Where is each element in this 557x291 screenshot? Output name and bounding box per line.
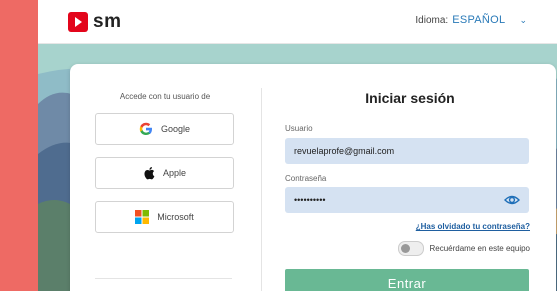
vertical-divider: [261, 88, 262, 291]
login-card: Accede con tu usuario de Google Apple Mi…: [70, 64, 556, 291]
sso-panel: Accede con tu usuario de Google Apple Mi…: [70, 64, 260, 291]
password-value: ••••••••••: [294, 195, 326, 205]
apple-login-button[interactable]: Apple: [95, 157, 234, 189]
language-value: ESPAÑOL: [452, 14, 506, 26]
forgot-password-link[interactable]: ¿Has olvidado tu contraseña?: [416, 222, 530, 231]
eye-icon[interactable]: [504, 193, 520, 207]
sso-divider: [95, 278, 232, 279]
apple-label: Apple: [162, 168, 187, 178]
language-label: Idioma:: [415, 14, 449, 26]
remember-label: Recuérdame en este equipo: [429, 244, 530, 253]
username-field[interactable]: revuelaprofe@gmail.com: [285, 138, 529, 164]
password-field[interactable]: ••••••••••: [285, 187, 529, 213]
sm-logo[interactable]: sm: [68, 11, 121, 33]
language-selector[interactable]: Idioma: ESPAÑOL ⌄: [415, 14, 527, 26]
google-icon: [139, 122, 152, 135]
play-logo-icon: [68, 12, 88, 32]
google-label: Google: [160, 124, 191, 134]
microsoft-login-button[interactable]: Microsoft: [95, 201, 234, 233]
password-label: Contraseña: [285, 174, 327, 183]
top-bar: sm Idioma: ESPAÑOL ⌄: [38, 0, 557, 44]
chevron-down-icon: ⌄: [519, 14, 527, 25]
app-frame: sm Idioma: ESPAÑOL ⌄ Accede con tu usuar…: [38, 0, 557, 291]
sso-title: Accede con tu usuario de: [119, 92, 211, 101]
username-label: Usuario: [285, 124, 313, 133]
login-button[interactable]: Entrar: [285, 269, 529, 291]
microsoft-label: Microsoft: [157, 212, 194, 222]
logo-text: sm: [93, 11, 122, 32]
login-title: Iniciar sesión: [365, 90, 455, 106]
microsoft-icon: [135, 210, 150, 224]
google-login-button[interactable]: Google: [95, 113, 234, 145]
apple-icon: [144, 167, 155, 180]
remember-toggle[interactable]: [398, 241, 425, 256]
remember-me[interactable]: Recuérdame en este equipo: [398, 241, 530, 256]
